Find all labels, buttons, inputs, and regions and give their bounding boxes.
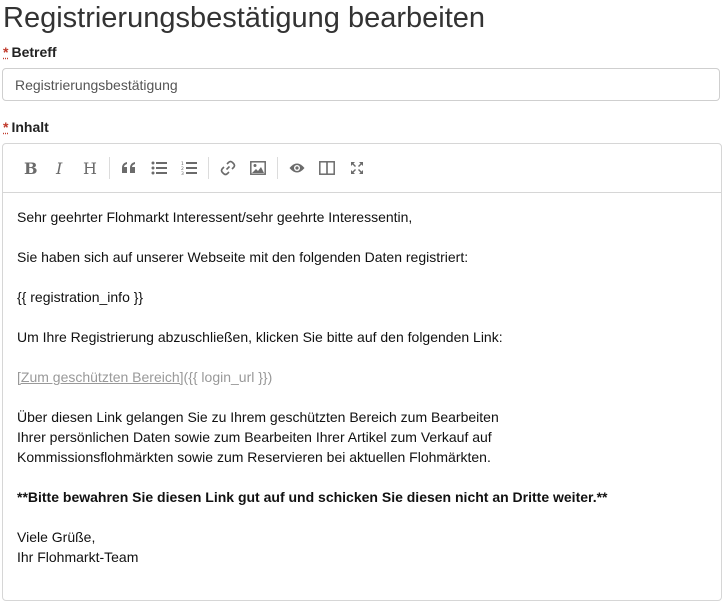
subject-label: * Betreff bbox=[3, 44, 57, 60]
svg-text:3: 3 bbox=[181, 171, 184, 175]
svg-text:H: H bbox=[83, 160, 97, 176]
toolbar-separator bbox=[277, 157, 278, 179]
info-line: Über diesen Link gelangen Sie zu Ihrem g… bbox=[17, 409, 499, 425]
heading-icon: H bbox=[82, 160, 98, 176]
italic-icon: I bbox=[54, 160, 66, 176]
side-by-side-button[interactable] bbox=[312, 153, 342, 183]
registration-info-placeholder: {{ registration_info }} bbox=[17, 289, 144, 305]
editor-content[interactable]: Sehr geehrter Flohmarkt Interessent/sehr… bbox=[3, 193, 721, 567]
preview-button[interactable] bbox=[282, 153, 312, 183]
page-title: Registrierungsbestätigung bearbeiten bbox=[3, 2, 486, 34]
link-button[interactable] bbox=[213, 153, 243, 183]
bold-icon: B bbox=[23, 160, 37, 176]
link-icon bbox=[220, 160, 236, 176]
image-icon bbox=[250, 161, 266, 175]
instruction-line: Um Ihre Registrierung abzuschließen, kli… bbox=[17, 329, 503, 345]
bold-button[interactable]: B bbox=[15, 153, 45, 183]
image-button[interactable] bbox=[243, 153, 273, 183]
content-label: * Inhalt bbox=[3, 119, 49, 135]
info-line: Ihrer persönlichen Daten sowie zum Bearb… bbox=[17, 429, 492, 445]
eye-icon bbox=[289, 162, 305, 174]
unordered-list-icon bbox=[151, 161, 167, 175]
columns-icon bbox=[319, 161, 335, 175]
fullscreen-button[interactable] bbox=[342, 153, 372, 183]
link-url: ({{ login_url }}) bbox=[183, 369, 273, 385]
svg-text:I: I bbox=[55, 160, 63, 176]
subject-input[interactable] bbox=[2, 68, 720, 101]
italic-button[interactable]: I bbox=[45, 153, 75, 183]
heading-button[interactable]: H bbox=[75, 153, 105, 183]
login-link-markdown: [Zum geschützten Bereich]({{ login_url }… bbox=[17, 367, 707, 387]
ordered-list-button[interactable]: 123 bbox=[174, 153, 204, 183]
content-label-text: Inhalt bbox=[11, 119, 49, 135]
subject-label-text: Betreff bbox=[11, 44, 57, 60]
svg-text:B: B bbox=[24, 160, 37, 176]
info-line: Kommissionsflohmärkten sowie zum Reservi… bbox=[17, 449, 491, 465]
signature-line: Ihr Flohmarkt-Team bbox=[17, 549, 139, 565]
quote-icon bbox=[121, 161, 137, 175]
ordered-list-icon: 123 bbox=[181, 161, 197, 175]
quote-button[interactable] bbox=[114, 153, 144, 183]
required-marker: * bbox=[3, 119, 9, 135]
editor-toolbar: B I H 123 bbox=[3, 144, 721, 193]
toolbar-separator bbox=[109, 157, 110, 179]
intro-line: Sie haben sich auf unserer Webseite mit … bbox=[17, 249, 469, 265]
warning-line: **Bitte bewahren Sie diesen Link gut auf… bbox=[17, 489, 608, 505]
required-marker: * bbox=[3, 44, 9, 60]
link-text: [Zum geschützten Bereich] bbox=[17, 369, 184, 385]
greeting-line: Sehr geehrter Flohmarkt Interessent/sehr… bbox=[17, 209, 413, 225]
closing-line: Viele Grüße, bbox=[17, 529, 96, 545]
fullscreen-icon bbox=[350, 161, 364, 175]
toolbar-separator bbox=[208, 157, 209, 179]
markdown-editor[interactable]: B I H 123 Sehr geehrter Flohmarkt Intere… bbox=[2, 143, 722, 601]
unordered-list-button[interactable] bbox=[144, 153, 174, 183]
